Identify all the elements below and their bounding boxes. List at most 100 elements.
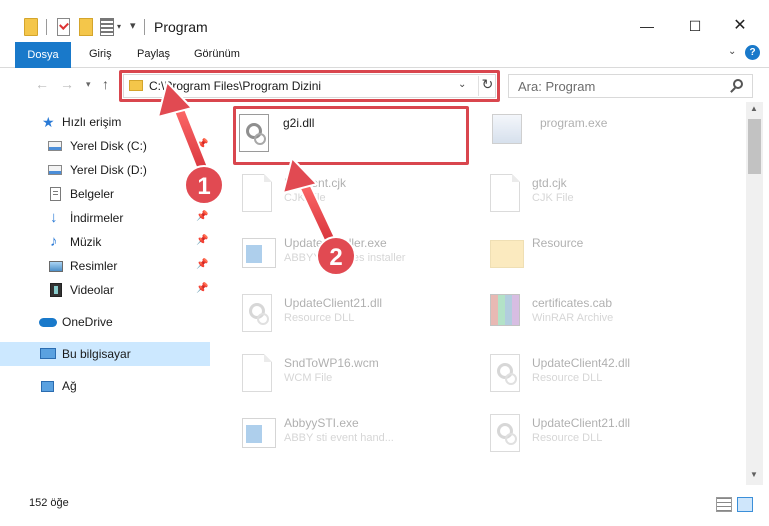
view-options-icon[interactable]	[100, 18, 114, 36]
exe-file-icon	[242, 418, 276, 448]
sidebar-item-label: Resimler	[70, 259, 118, 273]
sidebar-item-local-disk-c[interactable]: Yerel Disk (C:) 📌	[0, 134, 210, 158]
file-type: ABBY sti event hand...	[284, 432, 394, 444]
file-item[interactable]: UpdateClient21.dll Resource DLL	[236, 288, 486, 344]
search-input[interactable]: Ara: Program	[508, 74, 753, 98]
file-name: Element.cjk	[284, 176, 347, 190]
pin-icon[interactable]: 📌	[196, 211, 208, 222]
pin-icon[interactable]: 📌	[196, 235, 208, 246]
file-name: SndToWP16.wcm	[284, 356, 379, 370]
scroll-up-icon[interactable]: ▲	[750, 104, 758, 113]
cloud-icon	[39, 318, 57, 327]
file-type: CJK File	[532, 192, 574, 204]
forward-arrow-icon[interactable]: →	[60, 76, 74, 92]
tab-view[interactable]: Görünüm	[194, 40, 240, 68]
file-item[interactable]: UpdateClient21.dll Resource DLL	[484, 408, 734, 464]
up-arrow-icon[interactable]: ↑	[102, 76, 109, 92]
file-item[interactable]: UpdateInstaller.exe ABBYY Updates instal…	[236, 228, 486, 284]
file-name: Resource	[532, 236, 584, 250]
sidebar-item-label: Ağ	[62, 379, 77, 393]
new-folder-icon[interactable]	[79, 18, 93, 36]
help-icon[interactable]: ?	[745, 45, 760, 60]
file-item[interactable]: gtd.cjk CJK File	[484, 168, 734, 224]
status-bar: 152 öğe	[0, 485, 769, 526]
file-icon	[242, 174, 272, 212]
sidebar-item-documents[interactable]: Belgeler	[0, 182, 210, 206]
file-type: ABBYY Updates installer	[284, 252, 406, 264]
file-type: Resource DLL	[532, 432, 603, 444]
file-type: Resource DLL	[532, 372, 603, 384]
file-item[interactable]: SndToWP16.wcm WCM File	[236, 348, 486, 404]
folder-icon	[24, 18, 38, 36]
sidebar-item-quick-access[interactable]: ★ Hızlı erişim	[0, 110, 210, 134]
close-button[interactable]: ✕	[725, 14, 755, 38]
file-name: AbbyySTI.exe	[284, 416, 359, 430]
file-list: g2i.dll program.exe Element.cjk CJK File…	[216, 102, 746, 485]
dll-file-icon	[490, 414, 520, 452]
window-title: Program	[154, 19, 208, 35]
sidebar-item-label: Belgeler	[70, 187, 115, 201]
file-item[interactable]: UpdateClient42.dll Resource DLL	[484, 348, 734, 404]
sidebar-item-videos[interactable]: Videolar 📌	[0, 278, 210, 302]
scroll-down-icon[interactable]: ▼	[750, 470, 758, 479]
title-bar: ▾ ▾ Program — ☐ ✕	[0, 0, 769, 40]
file-item[interactable]: Element.cjk CJK File	[236, 168, 486, 224]
sidebar-item-label: Müzik	[70, 235, 102, 249]
search-icon[interactable]	[733, 79, 743, 89]
chevron-down-icon[interactable]: ▾	[117, 22, 121, 31]
file-item[interactable]: program.exe	[486, 108, 736, 164]
sidebar-item-downloads[interactable]: ↓ İndirmeler 📌	[0, 206, 210, 230]
file-type: WinRAR Archive	[532, 312, 614, 324]
file-highlight-box	[233, 106, 469, 165]
file-name: program.exe	[540, 116, 608, 130]
file-type: Resource DLL	[284, 312, 355, 324]
music-icon: ♪	[50, 233, 58, 250]
customize-toolbar-icon[interactable]: ▾	[130, 19, 136, 32]
file-item[interactable]: certificates.cab WinRAR Archive	[484, 288, 734, 344]
pictures-icon	[49, 261, 63, 272]
sidebar-item-music[interactable]: ♪ Müzik 📌	[0, 230, 210, 254]
sidebar-item-network[interactable]: Ağ	[0, 374, 210, 398]
vertical-scrollbar[interactable]: ▲ ▼	[746, 102, 763, 485]
sidebar-item-this-pc[interactable]: Bu bilgisayar	[0, 342, 210, 366]
sidebar-item-onedrive[interactable]: OneDrive	[0, 310, 210, 334]
download-icon: ↓	[50, 209, 58, 226]
minimize-button[interactable]: —	[632, 14, 662, 38]
file-name: gtd.cjk	[532, 176, 567, 190]
tab-home[interactable]: Giriş	[89, 40, 112, 68]
star-icon: ★	[42, 114, 55, 130]
drive-icon	[48, 165, 62, 175]
file-icon	[490, 174, 520, 212]
archive-icon	[490, 294, 520, 326]
pin-icon[interactable]: 📌	[196, 283, 208, 294]
sidebar-item-label: Yerel Disk (D:)	[70, 163, 147, 177]
recent-locations-icon[interactable]: ▾	[86, 79, 91, 90]
back-arrow-icon[interactable]: ←	[35, 76, 49, 92]
file-item[interactable]: AbbyySTI.exe ABBY sti event hand...	[236, 408, 486, 464]
file-type: CJK File	[284, 192, 326, 204]
properties-icon[interactable]	[57, 18, 70, 36]
computer-icon	[40, 348, 56, 359]
toolbar-divider	[144, 19, 145, 35]
pin-icon[interactable]: 📌	[196, 259, 208, 270]
expand-ribbon-icon[interactable]: ⌄	[728, 46, 736, 57]
search-placeholder: Ara: Program	[518, 79, 596, 94]
file-icon	[242, 354, 272, 392]
large-icons-view-icon[interactable]	[737, 497, 753, 512]
sidebar-item-label: Yerel Disk (C:)	[70, 139, 147, 153]
file-item[interactable]: Resource	[484, 228, 734, 284]
item-count: 152 öğe	[29, 497, 69, 509]
maximize-button[interactable]: ☐	[680, 14, 710, 38]
tab-share[interactable]: Paylaş	[137, 40, 170, 68]
sidebar-item-label: Videolar	[70, 283, 114, 297]
tab-file[interactable]: Dosya	[15, 42, 71, 68]
sidebar-item-local-disk-d[interactable]: Yerel Disk (D:)	[0, 158, 210, 182]
file-name: UpdateClient21.dll	[532, 416, 631, 430]
scrollbar-thumb[interactable]	[748, 119, 761, 174]
sidebar-item-pictures[interactable]: Resimler 📌	[0, 254, 210, 278]
sidebar-item-label: Hızlı erişim	[62, 115, 122, 129]
file-name: UpdateInstaller.exe	[284, 236, 387, 250]
navigation-pane: ★ Hızlı erişim Yerel Disk (C:) 📌 Yerel D…	[0, 102, 216, 485]
pin-icon[interactable]: 📌	[196, 139, 208, 150]
details-view-icon[interactable]	[716, 497, 732, 512]
